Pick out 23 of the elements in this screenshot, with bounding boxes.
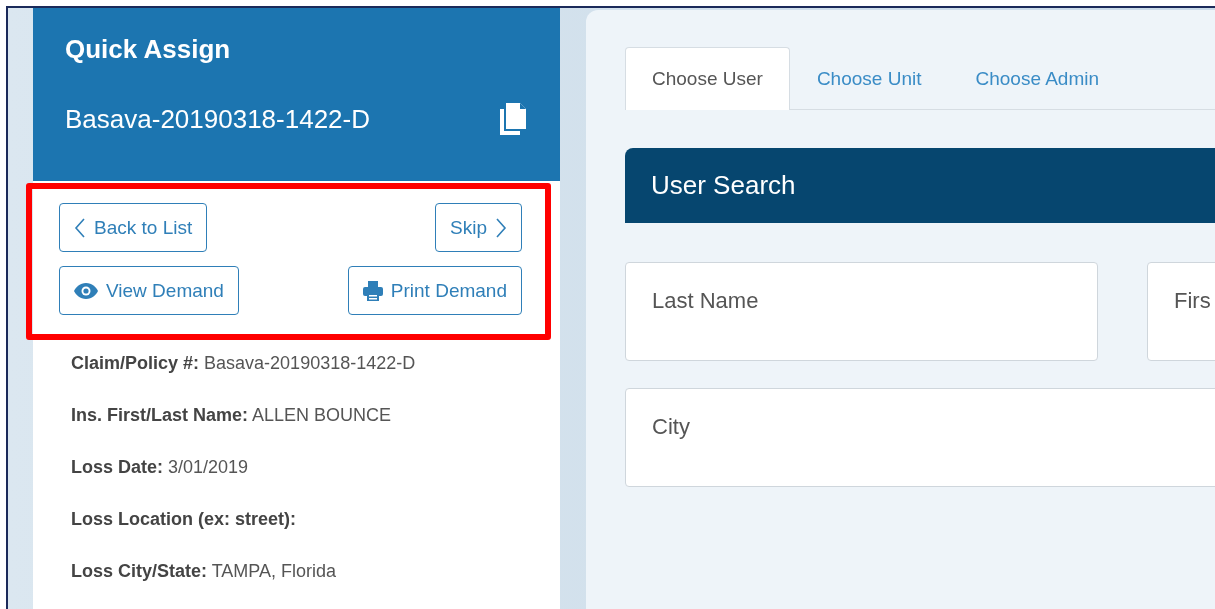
tab[interactable]: Choose User: [625, 47, 790, 110]
input-field[interactable]: Last Name: [625, 262, 1098, 361]
chevron-left-icon: [74, 216, 86, 239]
action-button[interactable]: View Demand: [59, 266, 239, 315]
tab[interactable]: Choose Unit: [789, 47, 949, 110]
input-field[interactable]: Firs: [1147, 262, 1215, 361]
claim-number: Basava-20190318-1422-D: [65, 103, 370, 135]
detail-line: Loss Location (ex: street):: [71, 509, 298, 530]
detail-line: Claim/Policy #: Basava-20190318-1422-D: [71, 353, 417, 374]
input-field[interactable]: City: [625, 388, 1215, 487]
card-title: Quick Assign: [65, 34, 232, 65]
action-button[interactable]: Print Demand: [347, 266, 522, 315]
detail-line: Loss City/State: TAMPA, Florida: [71, 561, 338, 582]
chevron-right-icon: [495, 216, 507, 239]
detail-line: Loss Date: 3/01/2019: [71, 457, 250, 478]
copy-icon[interactable]: [498, 101, 528, 137]
action-button[interactable]: Back to List: [59, 203, 208, 252]
tab[interactable]: Choose Admin: [948, 47, 1127, 110]
action-button[interactable]: Skip: [435, 203, 522, 252]
detail-line: Ins. First/Last Name: ALLEN BOUNCE: [71, 405, 393, 426]
eye-icon: [74, 282, 98, 299]
section-header: User Search: [625, 148, 1215, 223]
printer-icon: [362, 280, 383, 301]
